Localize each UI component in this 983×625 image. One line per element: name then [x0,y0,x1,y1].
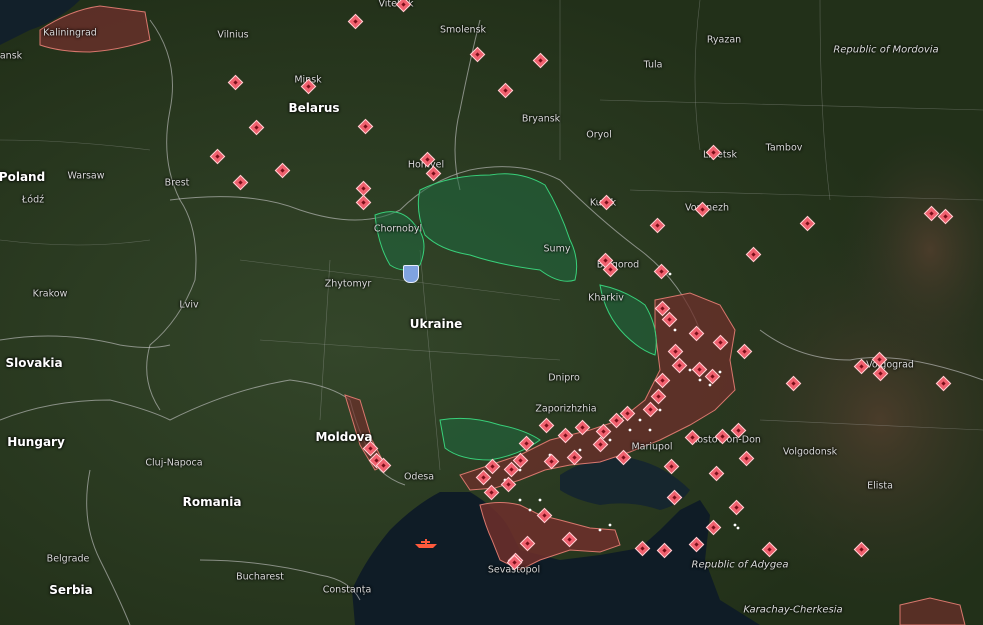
label-lodz: Łódź [21,194,45,206]
label-zaporizhzhia: Zaporizhzhia [535,403,597,415]
label-republic-of-adygea: Republic of Adygea [691,559,789,571]
label-slovakia: Slovakia [5,356,63,370]
label-tula: Tula [643,59,663,71]
label-belgrade: Belgrade [46,553,90,565]
map-base [0,0,983,625]
label-ryazan: Ryazan [706,34,742,46]
label-gdansk-fragment: ansk [0,50,23,62]
label-tambov: Tambov [765,142,803,154]
label-volgodonsk: Volgodonsk [782,446,838,458]
label-moldova: Moldova [315,430,373,444]
label-brest: Brest [164,177,190,189]
label-bucharest: Bucharest [236,571,284,583]
naval-vessel-icon[interactable] [413,536,439,550]
label-vilnius: Vilnius [217,29,249,41]
kyiv-shield-icon[interactable] [403,265,419,283]
label-oryol: Oryol [586,129,612,141]
label-sumy: Sumy [543,243,571,255]
label-belarus: Belarus [288,101,340,115]
map-view[interactable]: ansk Poland Belarus Ukraine Slovakia Hun… [0,0,983,625]
label-romania: Romania [182,495,242,509]
label-bryansk: Bryansk [521,113,561,125]
label-dnipro: Dnipro [548,372,580,384]
label-elista: Elista [867,480,893,492]
label-smolensk: Smolensk [439,24,487,36]
label-constanta: Constanța [322,584,372,596]
label-zhytomyr: Zhytomyr [324,278,372,290]
label-hungary: Hungary [7,435,65,449]
label-republic-of-mordovia: Republic of Mordovia [833,44,939,56]
label-poland: Poland [0,170,46,184]
label-krakow: Krakow [32,288,68,300]
label-mariupol: Mariupol [631,441,673,453]
label-chornobyl: Chornobyl [373,223,423,235]
label-kaliningrad: Kaliningrad [43,27,97,39]
label-odesa: Odesa [403,471,435,483]
label-lviv: Lviv [179,299,199,311]
label-ukraine: Ukraine [409,317,463,331]
label-serbia: Serbia [49,583,93,597]
label-warsaw: Warsaw [67,170,105,182]
label-kharkiv: Kharkiv [588,292,624,304]
label-cluj-napoca: Cluj-Napoca [145,457,203,469]
label-karachay-cherkesia: Karachay-Cherkesia [743,604,843,616]
